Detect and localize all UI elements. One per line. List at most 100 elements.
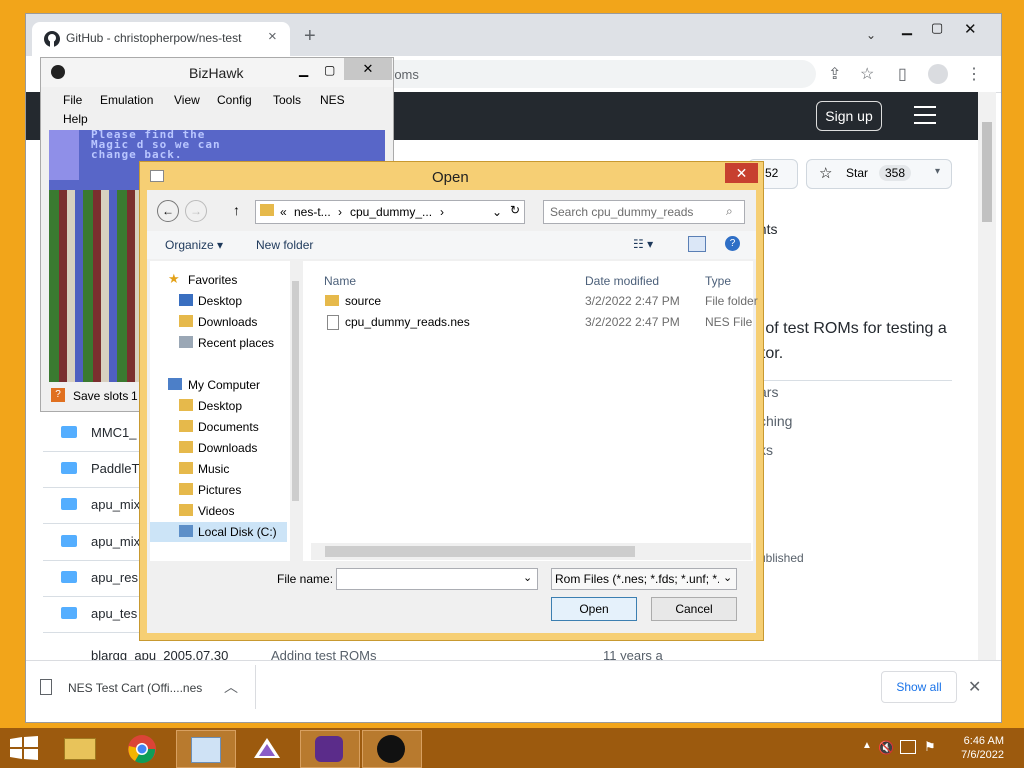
minimize-icon[interactable]: ▁ [299,63,308,77]
chevron-down-icon[interactable]: ⌄ [523,571,532,584]
menu-view[interactable]: View [174,93,200,107]
chevron-down-icon[interactable]: ⌄ [492,205,502,219]
cancel-button[interactable]: Cancel [651,597,737,621]
chevron-down-icon[interactable]: ▾ [935,166,940,177]
download-item[interactable]: NES Test Cart (Offi....nes [68,681,202,695]
view-options-icon[interactable]: ☷ ▾ [633,237,653,251]
close-window-icon[interactable]: ✕ [964,20,977,38]
help-icon[interactable]: ? [725,236,740,251]
nav-item-documents[interactable]: Documents [150,417,287,437]
dialog-taskbar-button[interactable] [176,730,236,768]
menu-tools[interactable]: Tools [273,93,301,107]
address-bar[interactable]: roms [376,60,816,88]
app-taskbar-button[interactable] [238,730,296,766]
scrollbar-thumb[interactable] [292,281,299,501]
file-name[interactable]: PaddleT [91,461,139,476]
new-folder-button[interactable]: New folder [256,238,313,252]
sign-up-button[interactable]: Sign up [816,101,882,131]
up-folder-icon[interactable]: ↑ [233,202,240,218]
tab-search-icon[interactable]: ⌄ [866,28,876,42]
save-slot-number[interactable]: 1 [131,389,138,403]
taskbar-clock[interactable]: 6:46 AM 7/6/2022 [950,734,1004,762]
preview-pane-icon[interactable] [688,236,706,252]
chevron-down-icon[interactable]: ⌄ [723,571,732,584]
file-name[interactable]: source [345,294,381,308]
close-download-bar-icon[interactable]: ✕ [968,677,981,697]
watching-link[interactable]: ching [759,413,792,429]
chrome-taskbar-button[interactable] [114,730,172,766]
nav-scrollbar[interactable] [290,261,301,561]
file-name[interactable]: apu_res [91,570,138,585]
file-name[interactable]: MMC1_ [91,425,137,440]
commit-message[interactable]: Adding test ROMs [271,648,377,660]
hamburger-menu-icon[interactable] [914,106,936,124]
volume-muted-icon[interactable]: 🔇 [878,740,894,756]
menu-file[interactable]: File [63,93,82,107]
breadcrumb-separator[interactable]: › [338,205,342,219]
scrollbar-thumb[interactable] [325,546,635,557]
share-icon[interactable]: ⇪ [828,64,841,84]
close-tab-icon[interactable]: × [268,28,277,45]
minimize-icon[interactable]: ▁ [902,20,912,36]
open-button[interactable]: Open [551,597,637,621]
file-name[interactable]: apu_tes [91,606,137,621]
nav-item-desktop[interactable]: Desktop [150,396,287,416]
file-type-filter[interactable]: Rom Files (*.nes; *.fds; *.unf; *.s ⌄ [551,568,737,590]
breadcrumb-separator[interactable]: › [440,205,444,219]
nav-item-local-disk[interactable]: Local Disk (C:) [150,522,287,542]
menu-kebab-icon[interactable]: ⋮ [966,64,982,84]
file-name-input[interactable]: ⌄ [336,568,538,590]
side-panel-icon[interactable]: ▯ [898,64,907,84]
show-all-button[interactable]: Show all [881,671,957,703]
dialog-close-button[interactable]: ✕ [725,163,758,183]
nav-item-music[interactable]: Music [150,459,287,479]
star-button[interactable]: ☆ Star 358 ▾ [806,159,952,189]
file-name[interactable]: apu_mix [91,534,140,549]
file-row[interactable]: source 3/2/2022 2:47 PM File folder [303,291,758,311]
nav-item-downloads[interactable]: Downloads [150,438,287,458]
search-input[interactable]: Search cpu_dummy_reads ⌕ [543,200,745,224]
page-scrollbar[interactable] [978,92,996,660]
file-row[interactable]: blargg_apu_2005.07.30 Adding test ROMs 1… [43,648,663,660]
column-header-name[interactable]: Name [324,274,356,288]
breadcrumb-item[interactable]: nes-t... [294,205,331,219]
menu-help[interactable]: Help [63,112,88,126]
network-icon[interactable] [900,740,916,754]
menu-nes[interactable]: NES [320,93,345,107]
nav-item-downloads[interactable]: Downloads [150,312,287,332]
tray-expand-icon[interactable]: ▲ [862,740,872,751]
breadcrumb-item[interactable]: cpu_dummy_... [350,205,432,219]
file-name[interactable]: cpu_dummy_reads.nes [345,315,470,329]
address-breadcrumb[interactable]: « nes-t... › cpu_dummy_... › ⌄ ↻ [255,200,525,224]
new-tab-icon[interactable]: + [304,26,316,46]
forward-icon[interactable]: → [185,200,207,222]
file-name[interactable]: blargg_apu_2005.07.30 [91,648,228,660]
refresh-icon[interactable]: ↻ [510,203,520,217]
nav-my-computer[interactable]: My Computer [150,375,287,395]
back-icon[interactable]: ← [157,200,179,222]
chevron-up-icon[interactable]: ︿ [224,677,238,697]
organize-button[interactable]: Organize ▾ [165,238,223,252]
action-center-icon[interactable]: ⚑ [924,739,936,755]
close-icon[interactable]: ✕ [344,58,392,80]
file-name[interactable]: apu_mix [91,497,140,512]
nav-item-videos[interactable]: Videos [150,501,287,521]
scrollbar-thumb[interactable] [982,122,992,222]
windows-start-icon[interactable] [10,736,38,760]
bookmark-star-icon[interactable]: ☆ [860,64,874,84]
nav-item-pictures[interactable]: Pictures [150,480,287,500]
column-header-type[interactable]: Type [705,274,731,288]
horizontal-scrollbar[interactable] [311,543,751,560]
nav-item-recent-places[interactable]: Recent places [150,333,287,353]
file-explorer-taskbar-button[interactable] [52,730,110,766]
file-row[interactable]: cpu_dummy_reads.nes 3/2/2022 2:47 PM NES… [303,312,753,332]
menu-config[interactable]: Config [217,93,252,107]
breadcrumb-overflow[interactable]: « [280,205,287,219]
profile-icon[interactable] [928,64,948,84]
nav-item-desktop[interactable]: Desktop [150,291,287,311]
browser-tab[interactable]: GitHub - christopherpow/nes-test × [32,22,290,56]
maximize-icon[interactable]: ▢ [324,63,335,77]
nav-favorites[interactable]: ★ Favorites [150,270,287,290]
maximize-icon[interactable]: ▢ [931,20,943,36]
menu-emulation[interactable]: Emulation [100,93,153,107]
